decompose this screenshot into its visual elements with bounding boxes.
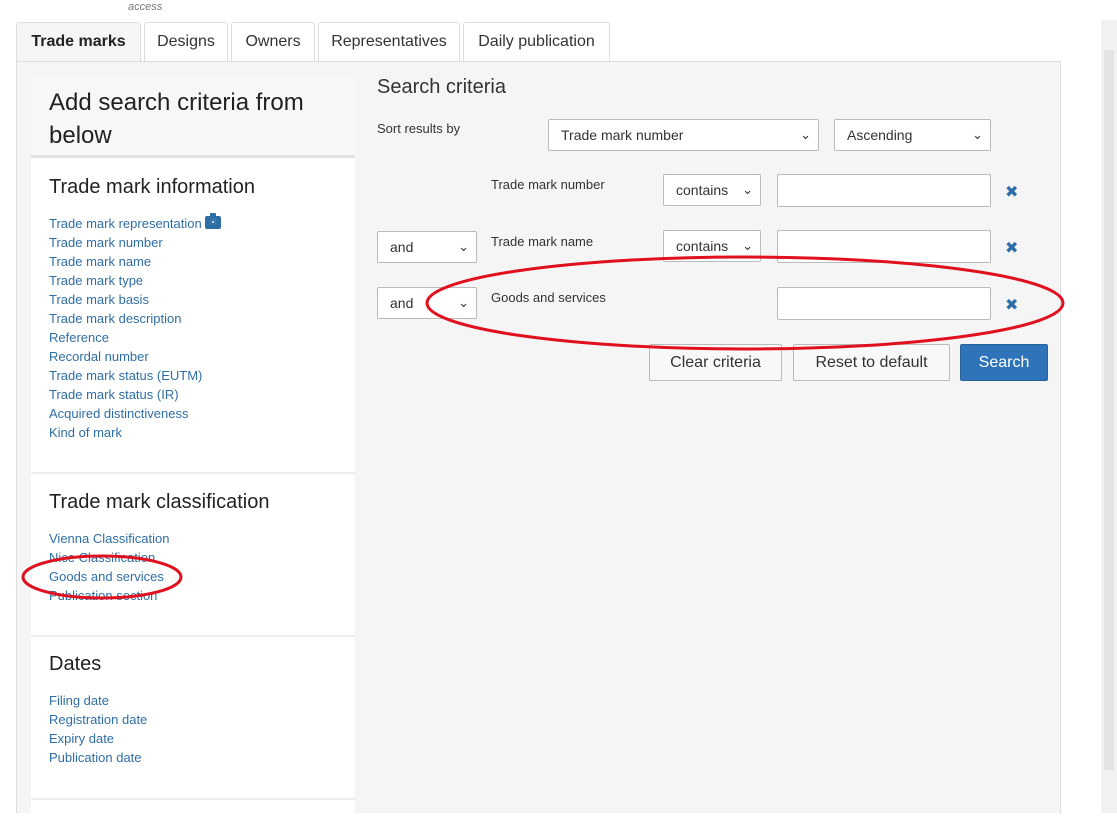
section-trade-mark-classification: Trade mark classification Vienna Classif… (49, 491, 269, 605)
link-expiry-date[interactable]: Expiry date (49, 729, 147, 748)
link-trade-mark-name[interactable]: Trade mark name (49, 252, 255, 271)
connector-value: and (390, 239, 414, 255)
link-reference[interactable]: Reference (49, 328, 255, 347)
section-trade-mark-information: Trade mark information Trade mark repres… (49, 176, 255, 442)
link-trade-mark-status-eutm[interactable]: Trade mark status (EUTM) (49, 366, 255, 385)
remove-icon[interactable]: ✖ (1005, 295, 1018, 315)
chevron-down-icon: ⌄ (458, 239, 469, 254)
criteria-sidebar: Add search criteria from below Trade mar… (31, 76, 355, 816)
trade-mark-name-input[interactable] (777, 230, 991, 263)
top-note: access (128, 1, 163, 13)
link-acquired-distinctiveness[interactable]: Acquired distinctiveness (49, 404, 255, 423)
search-button[interactable]: Search (960, 344, 1048, 381)
sort-field-value: Trade mark number (561, 127, 684, 143)
section-title: Trade mark classification (49, 491, 270, 513)
section-divider (31, 635, 355, 637)
sort-order-select[interactable]: Ascending ⌄ (834, 119, 991, 151)
link-trade-mark-number[interactable]: Trade mark number (49, 233, 255, 252)
link-publication-date[interactable]: Publication date (49, 748, 147, 767)
search-panel: Add search criteria from below Trade mar… (16, 61, 1061, 816)
remove-icon[interactable]: ✖ (1005, 238, 1018, 258)
operator-value: contains (676, 182, 729, 198)
operator-select[interactable]: contains ⌄ (663, 174, 761, 206)
chevron-down-icon: ⌄ (458, 295, 469, 310)
link-goods-and-services[interactable]: Goods and services (49, 567, 269, 586)
section-title: Dates (49, 653, 102, 675)
link-kind-of-mark[interactable]: Kind of mark (49, 423, 255, 442)
sort-field-select[interactable]: Trade mark number ⌄ (548, 119, 819, 151)
tab-designs[interactable]: Designs (144, 22, 228, 61)
tab-daily-publication[interactable]: Daily publication (463, 22, 610, 61)
sidebar-header: Add search criteria from below (31, 76, 355, 158)
chevron-down-icon: ⌄ (742, 238, 753, 253)
link-nice-classification[interactable]: Nice Classification (49, 548, 269, 567)
link-trade-mark-representation[interactable]: Trade mark representation (49, 216, 202, 231)
link-trade-mark-basis[interactable]: Trade mark basis (49, 290, 255, 309)
section-dates: Dates Filing date Registration date Expi… (49, 653, 147, 767)
chevron-down-icon: ⌄ (972, 127, 983, 142)
link-publication-section[interactable]: Publication section (49, 586, 269, 605)
tab-representatives[interactable]: Representatives (318, 22, 460, 61)
tab-owners[interactable]: Owners (231, 22, 315, 61)
camera-icon (204, 213, 221, 229)
remove-icon[interactable]: ✖ (1005, 182, 1018, 202)
trade-mark-number-input[interactable] (777, 174, 991, 207)
link-registration-date[interactable]: Registration date (49, 710, 147, 729)
section-title: Trade mark information (49, 176, 255, 198)
reset-to-default-button[interactable]: Reset to default (793, 344, 950, 381)
link-trade-mark-status-ir[interactable]: Trade mark status (IR) (49, 385, 255, 404)
goods-and-services-input[interactable] (777, 287, 991, 320)
tab-trade-marks[interactable]: Trade marks (16, 22, 141, 62)
link-trade-mark-type[interactable]: Trade mark type (49, 271, 255, 290)
criterion-label-goods-and-services: Goods and services (491, 290, 606, 305)
link-filing-date[interactable]: Filing date (49, 691, 147, 710)
link-trade-mark-description[interactable]: Trade mark description (49, 309, 255, 328)
criterion-label-trade-mark-number: Trade mark number (491, 177, 605, 192)
section-divider (31, 472, 355, 474)
sort-label: Sort results by (377, 121, 461, 136)
operator-value: contains (676, 238, 729, 254)
chevron-down-icon: ⌄ (742, 182, 753, 197)
connector-select[interactable]: and ⌄ (377, 287, 477, 319)
scrollbar-thumb[interactable] (1104, 50, 1114, 770)
link-vienna-classification[interactable]: Vienna Classification (49, 529, 269, 548)
sort-order-value: Ascending (847, 127, 913, 143)
link-recordal-number[interactable]: Recordal number (49, 347, 255, 366)
connector-value: and (390, 295, 414, 311)
criterion-label-trade-mark-name: Trade mark name (491, 234, 594, 249)
section-divider (31, 798, 355, 800)
connector-select[interactable]: and ⌄ (377, 231, 477, 263)
chevron-down-icon: ⌄ (800, 127, 811, 142)
search-criteria-title: Search criteria (377, 76, 506, 98)
scrollbar[interactable] (1101, 20, 1117, 813)
operator-select[interactable]: contains ⌄ (663, 230, 761, 262)
clear-criteria-button[interactable]: Clear criteria (649, 344, 782, 381)
